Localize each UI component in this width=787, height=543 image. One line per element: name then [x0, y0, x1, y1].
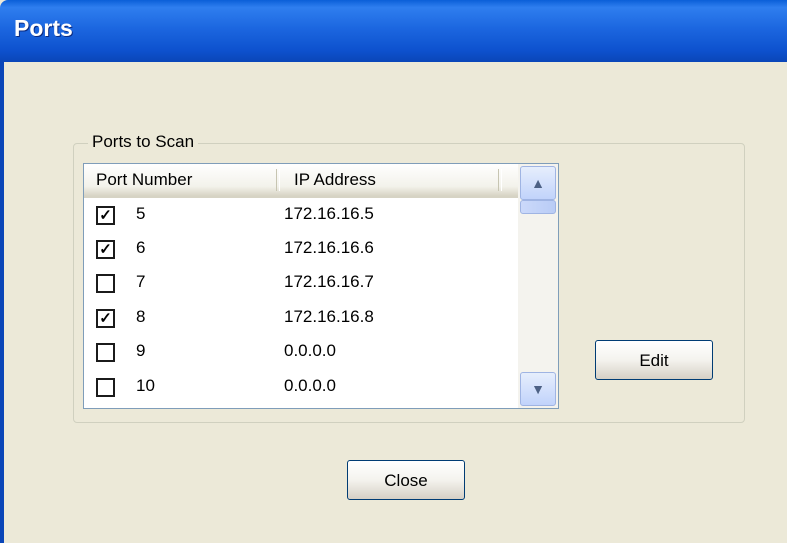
ip-address-cell: 0.0.0.0	[284, 341, 336, 360]
ip-address-cell: 172.16.16.8	[284, 307, 374, 326]
port-number-cell: 9	[136, 341, 146, 360]
close-button[interactable]: Close	[347, 460, 465, 500]
list-row[interactable]: 10 0.0.0.0	[84, 372, 518, 405]
row-checkbox[interactable]: ✓	[96, 309, 115, 328]
list-row[interactable]: ✓ 8 172.16.16.8	[84, 303, 518, 336]
row-checkbox[interactable]	[96, 378, 115, 397]
column-divider[interactable]	[276, 169, 280, 191]
edit-button[interactable]: Edit	[595, 340, 713, 380]
port-number-cell: 6	[136, 238, 146, 257]
ip-address-cell: 0.0.0.0	[284, 376, 336, 395]
port-number-cell: 5	[136, 204, 146, 223]
title-bar[interactable]: Ports	[0, 0, 787, 62]
vertical-scrollbar[interactable]: ▲ ▼	[518, 164, 558, 408]
chevron-up-icon: ▲	[531, 175, 545, 191]
column-divider[interactable]	[498, 169, 502, 191]
row-checkbox[interactable]: ✓	[96, 240, 115, 259]
ip-address-cell: 172.16.16.7	[284, 272, 374, 291]
row-checkbox[interactable]	[96, 343, 115, 362]
ip-address-cell: 172.16.16.5	[284, 204, 374, 223]
list-row[interactable]: ✓ 6 172.16.16.6	[84, 234, 518, 267]
port-number-cell: 10	[136, 376, 155, 395]
list-row[interactable]: 9 0.0.0.0	[84, 337, 518, 370]
groupbox-label: Ports to Scan	[88, 132, 199, 152]
window-title: Ports	[14, 15, 73, 41]
list-header: Port Number IP Address	[84, 164, 518, 198]
ports-listview[interactable]: Port Number IP Address ✓ 5 172.16.16.5 ✓…	[83, 163, 559, 409]
chevron-down-icon: ▼	[531, 381, 545, 397]
row-checkbox[interactable]: ✓	[96, 206, 115, 225]
row-checkbox[interactable]	[96, 274, 115, 293]
column-header-port-number[interactable]: Port Number	[96, 164, 192, 196]
list-row[interactable]: ✓ 5 172.16.16.5	[84, 200, 518, 233]
list-row[interactable]: 7 172.16.16.7	[84, 268, 518, 301]
scroll-up-button[interactable]: ▲	[520, 166, 556, 200]
port-number-cell: 7	[136, 272, 146, 291]
ip-address-cell: 172.16.16.6	[284, 238, 374, 257]
column-header-ip-address[interactable]: IP Address	[294, 164, 376, 196]
scroll-down-button[interactable]: ▼	[520, 372, 556, 406]
port-number-cell: 8	[136, 307, 146, 326]
scrollbar-thumb[interactable]	[520, 200, 556, 214]
